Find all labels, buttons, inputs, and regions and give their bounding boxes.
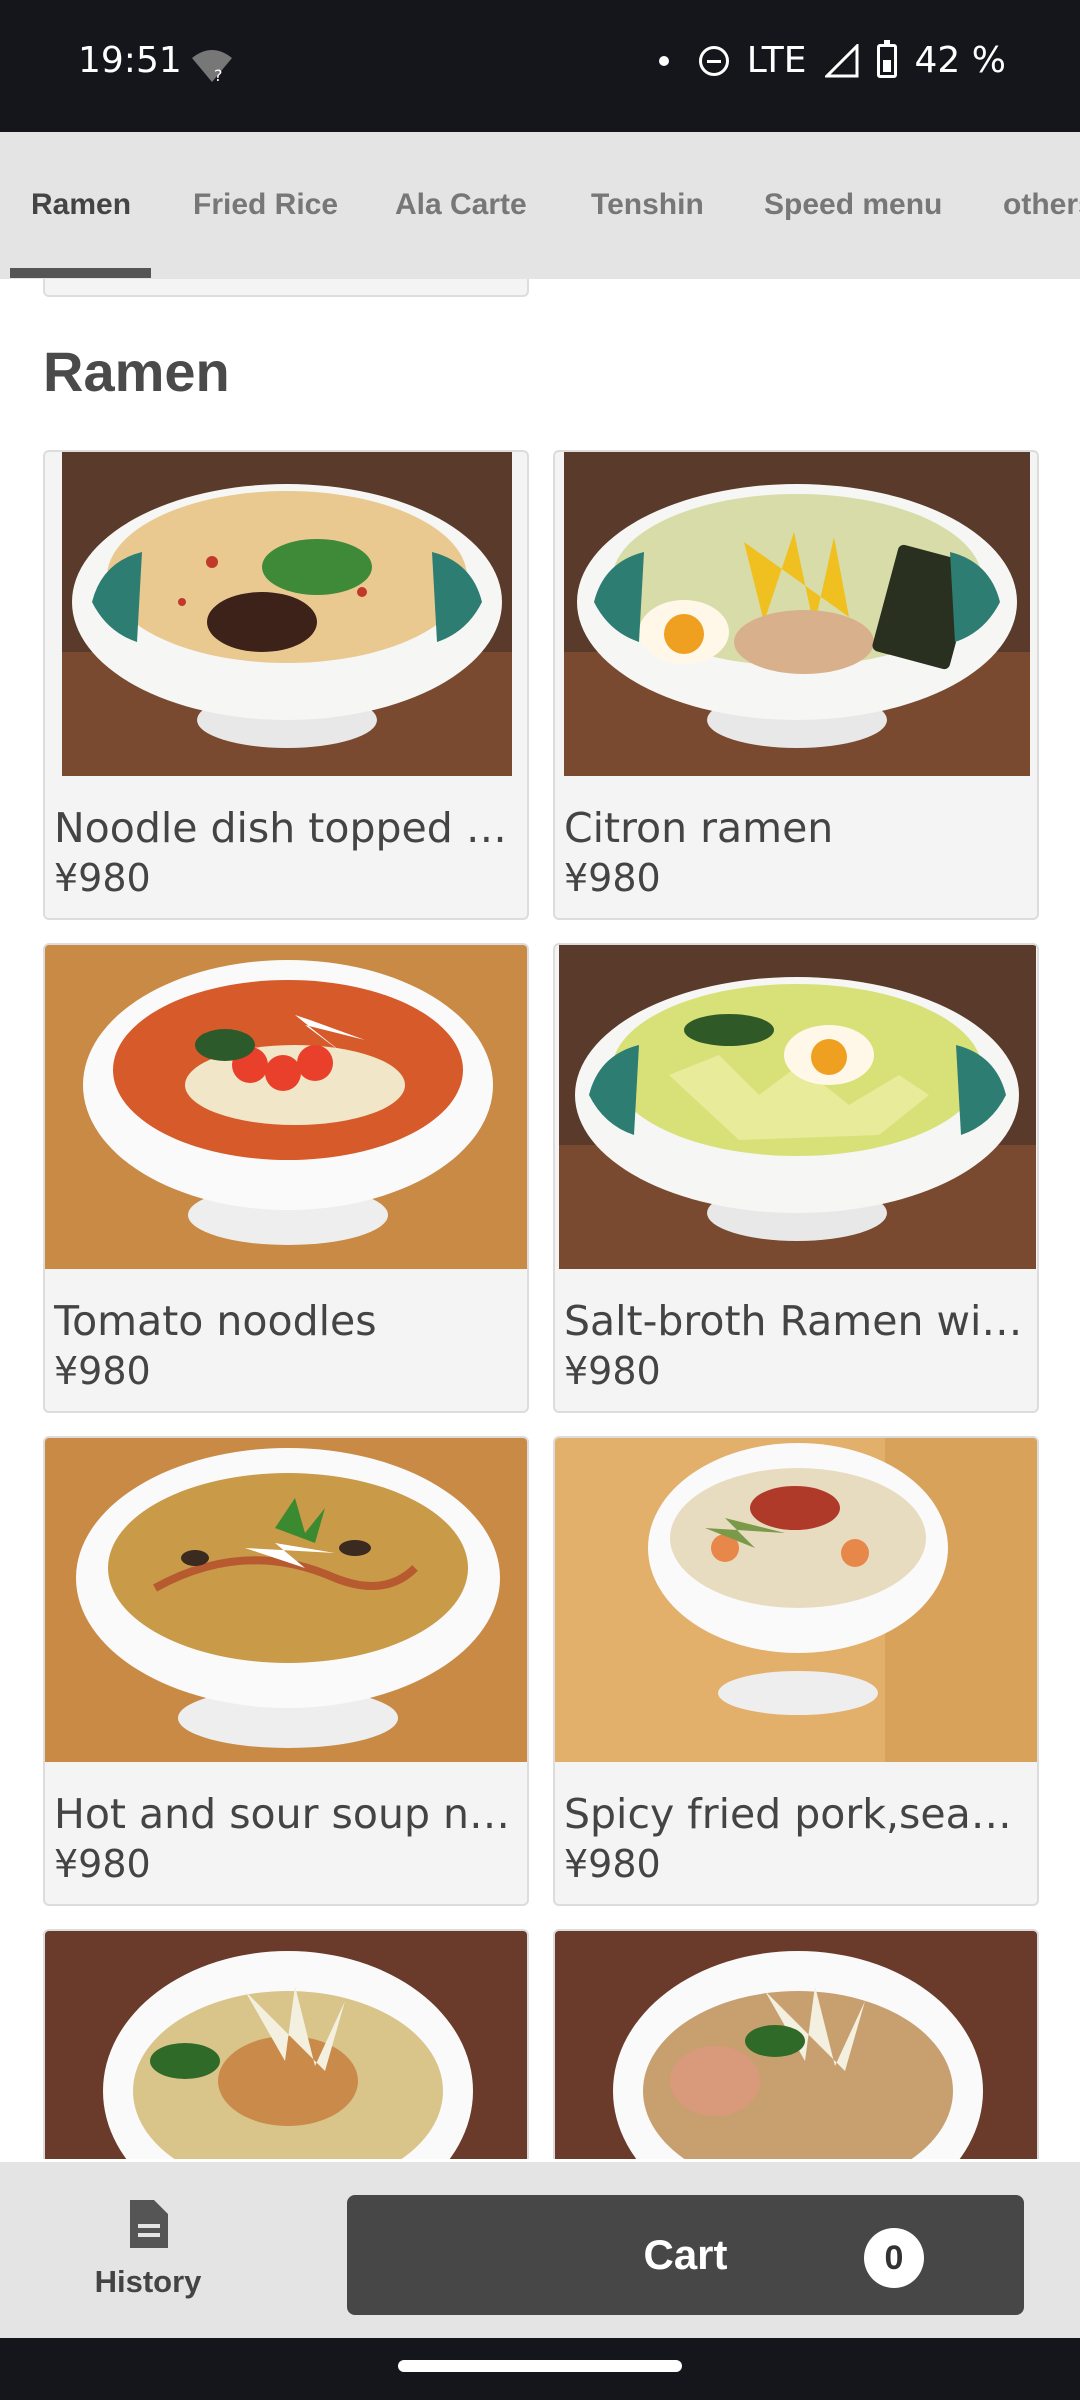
food-photo	[555, 1931, 1037, 2159]
previous-card-edge	[43, 279, 529, 297]
menu-item-card[interactable]: Hot and sour soup nood… ¥980	[43, 1436, 529, 1906]
notification-dot-icon	[658, 55, 669, 66]
history-label: History	[94, 2264, 202, 2299]
item-price: ¥980	[54, 1349, 151, 1393]
tab-speed-menu[interactable]: Speed menu	[764, 180, 942, 230]
tab-ramen[interactable]: Ramen	[31, 180, 131, 230]
menu-item-card[interactable]: Citron ramen ¥980	[553, 450, 1039, 920]
menu-content[interactable]: Ramen Noodle dish topped wit… ¥980	[0, 279, 1080, 2159]
item-price: ¥980	[564, 1842, 661, 1886]
dnd-icon	[698, 45, 729, 76]
food-photo	[559, 945, 1036, 1269]
menu-item-card[interactable]: Tomato noodles ¥980	[43, 943, 529, 1413]
cart-button[interactable]: Cart 0	[347, 2195, 1024, 2315]
item-name: Salt-broth Ramen with s…	[564, 1297, 1024, 1345]
menu-item-card[interactable]: Spicy fried pork,seafoo… ¥980	[553, 1436, 1039, 1906]
tab-fried-rice[interactable]: Fried Rice	[193, 180, 338, 230]
section-title: Ramen	[43, 340, 230, 403]
tab-tenshin[interactable]: Tenshin	[591, 180, 704, 230]
food-photo	[45, 945, 527, 1269]
item-price: ¥980	[564, 1349, 661, 1393]
food-photo	[62, 452, 512, 776]
battery-icon	[876, 39, 897, 78]
cart-label: Cart	[643, 2231, 728, 2278]
tab-others[interactable]: others	[1003, 180, 1080, 230]
food-photo	[45, 1931, 527, 2159]
item-price: ¥980	[54, 1842, 151, 1886]
system-nav-bar	[0, 2338, 1080, 2400]
svg-text:?: ?	[214, 66, 223, 84]
network-type: LTE	[746, 40, 807, 81]
menu-item-card[interactable]	[43, 1929, 529, 2159]
food-photo	[564, 452, 1030, 776]
status-bar: 19:51 ? LTE 42 %	[0, 0, 1080, 132]
item-name: Spicy fried pork,seafoo…	[564, 1790, 1024, 1838]
status-time: 19:51	[78, 40, 182, 81]
tab-ala-carte[interactable]: Ala Carte	[395, 180, 527, 230]
item-name: Hot and sour soup nood…	[54, 1790, 514, 1838]
food-photo	[555, 1438, 1037, 1762]
document-icon	[130, 2200, 168, 2248]
status-right-group: LTE 42 %	[658, 39, 1006, 81]
menu-item-card[interactable]: Salt-broth Ramen with s… ¥980	[553, 943, 1039, 1413]
item-name: Citron ramen	[564, 804, 834, 852]
food-photo	[45, 1438, 527, 1762]
item-price: ¥980	[54, 856, 151, 900]
item-name: Tomato noodles	[54, 1297, 377, 1345]
item-name: Noodle dish topped wit…	[54, 804, 514, 852]
history-button[interactable]: History	[60, 2198, 236, 2318]
active-tab-indicator	[10, 268, 151, 278]
menu-item-card[interactable]: Noodle dish topped wit… ¥980	[43, 450, 529, 920]
menu-item-card[interactable]	[553, 1929, 1039, 2159]
wifi-unknown-icon: ?	[192, 50, 232, 84]
bottom-action-bar: History Cart 0	[0, 2162, 1080, 2338]
battery-level: 42 %	[914, 40, 1006, 81]
category-tabs: Ramen Fried Rice Ala Carte Tenshin Speed…	[0, 132, 1080, 279]
signal-icon	[824, 43, 859, 77]
home-indicator[interactable]	[398, 2360, 682, 2372]
cart-count-badge: 0	[864, 2228, 924, 2288]
item-price: ¥980	[564, 856, 661, 900]
